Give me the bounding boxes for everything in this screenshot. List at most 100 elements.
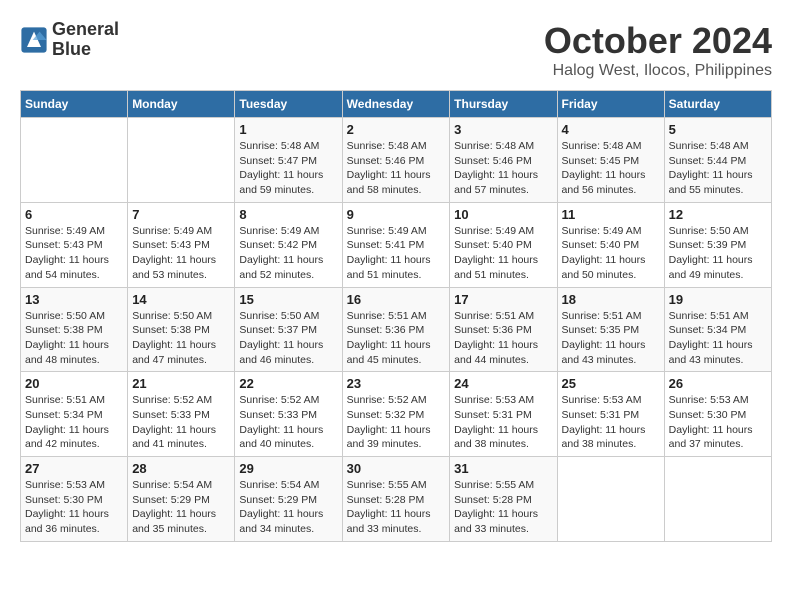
day-number: 26 <box>669 376 767 391</box>
table-row: 13 Sunrise: 5:50 AMSunset: 5:38 PMDaylig… <box>21 287 128 372</box>
table-row: 2 Sunrise: 5:48 AMSunset: 5:46 PMDayligh… <box>342 118 450 203</box>
table-row <box>21 118 128 203</box>
day-number: 10 <box>454 207 552 222</box>
day-info: Sunrise: 5:51 AMSunset: 5:36 PMDaylight:… <box>347 309 446 368</box>
day-number: 1 <box>239 122 337 137</box>
table-row: 18 Sunrise: 5:51 AMSunset: 5:35 PMDaylig… <box>557 287 664 372</box>
table-row: 31 Sunrise: 5:55 AMSunset: 5:28 PMDaylig… <box>450 457 557 542</box>
day-info: Sunrise: 5:49 AMSunset: 5:42 PMDaylight:… <box>239 224 337 283</box>
page-header: General Blue October 2024 Halog West, Il… <box>20 20 772 80</box>
calendar-week-row: 27 Sunrise: 5:53 AMSunset: 5:30 PMDaylig… <box>21 457 772 542</box>
day-info: Sunrise: 5:51 AMSunset: 5:34 PMDaylight:… <box>669 309 767 368</box>
day-info: Sunrise: 5:53 AMSunset: 5:30 PMDaylight:… <box>25 478 123 537</box>
table-row <box>557 457 664 542</box>
day-number: 2 <box>347 122 446 137</box>
day-number: 13 <box>25 292 123 307</box>
day-number: 23 <box>347 376 446 391</box>
day-info: Sunrise: 5:52 AMSunset: 5:32 PMDaylight:… <box>347 393 446 452</box>
table-row: 17 Sunrise: 5:51 AMSunset: 5:36 PMDaylig… <box>450 287 557 372</box>
day-number: 25 <box>562 376 660 391</box>
table-row: 4 Sunrise: 5:48 AMSunset: 5:45 PMDayligh… <box>557 118 664 203</box>
table-row: 19 Sunrise: 5:51 AMSunset: 5:34 PMDaylig… <box>664 287 771 372</box>
table-row: 11 Sunrise: 5:49 AMSunset: 5:40 PMDaylig… <box>557 202 664 287</box>
table-row: 9 Sunrise: 5:49 AMSunset: 5:41 PMDayligh… <box>342 202 450 287</box>
day-number: 24 <box>454 376 552 391</box>
table-row: 24 Sunrise: 5:53 AMSunset: 5:31 PMDaylig… <box>450 372 557 457</box>
table-row: 30 Sunrise: 5:55 AMSunset: 5:28 PMDaylig… <box>342 457 450 542</box>
day-number: 14 <box>132 292 230 307</box>
day-number: 30 <box>347 461 446 476</box>
day-info: Sunrise: 5:50 AMSunset: 5:37 PMDaylight:… <box>239 309 337 368</box>
table-row: 20 Sunrise: 5:51 AMSunset: 5:34 PMDaylig… <box>21 372 128 457</box>
table-row: 14 Sunrise: 5:50 AMSunset: 5:38 PMDaylig… <box>128 287 235 372</box>
day-info: Sunrise: 5:50 AMSunset: 5:39 PMDaylight:… <box>669 224 767 283</box>
day-info: Sunrise: 5:54 AMSunset: 5:29 PMDaylight:… <box>239 478 337 537</box>
logo-text: General Blue <box>52 20 119 60</box>
day-number: 8 <box>239 207 337 222</box>
day-number: 9 <box>347 207 446 222</box>
calendar-week-row: 6 Sunrise: 5:49 AMSunset: 5:43 PMDayligh… <box>21 202 772 287</box>
day-number: 31 <box>454 461 552 476</box>
table-row: 28 Sunrise: 5:54 AMSunset: 5:29 PMDaylig… <box>128 457 235 542</box>
table-row: 3 Sunrise: 5:48 AMSunset: 5:46 PMDayligh… <box>450 118 557 203</box>
day-number: 5 <box>669 122 767 137</box>
table-row: 6 Sunrise: 5:49 AMSunset: 5:43 PMDayligh… <box>21 202 128 287</box>
col-monday: Monday <box>128 91 235 118</box>
day-number: 12 <box>669 207 767 222</box>
table-row: 8 Sunrise: 5:49 AMSunset: 5:42 PMDayligh… <box>235 202 342 287</box>
day-info: Sunrise: 5:54 AMSunset: 5:29 PMDaylight:… <box>132 478 230 537</box>
day-number: 3 <box>454 122 552 137</box>
day-info: Sunrise: 5:48 AMSunset: 5:44 PMDaylight:… <box>669 139 767 198</box>
day-info: Sunrise: 5:48 AMSunset: 5:45 PMDaylight:… <box>562 139 660 198</box>
table-row: 10 Sunrise: 5:49 AMSunset: 5:40 PMDaylig… <box>450 202 557 287</box>
table-row: 1 Sunrise: 5:48 AMSunset: 5:47 PMDayligh… <box>235 118 342 203</box>
title-area: October 2024 Halog West, Ilocos, Philipp… <box>544 20 772 80</box>
table-row <box>664 457 771 542</box>
day-info: Sunrise: 5:48 AMSunset: 5:47 PMDaylight:… <box>239 139 337 198</box>
day-number: 29 <box>239 461 337 476</box>
table-row: 22 Sunrise: 5:52 AMSunset: 5:33 PMDaylig… <box>235 372 342 457</box>
table-row: 26 Sunrise: 5:53 AMSunset: 5:30 PMDaylig… <box>664 372 771 457</box>
day-number: 22 <box>239 376 337 391</box>
table-row: 5 Sunrise: 5:48 AMSunset: 5:44 PMDayligh… <box>664 118 771 203</box>
day-info: Sunrise: 5:49 AMSunset: 5:43 PMDaylight:… <box>25 224 123 283</box>
day-number: 20 <box>25 376 123 391</box>
day-info: Sunrise: 5:52 AMSunset: 5:33 PMDaylight:… <box>239 393 337 452</box>
day-info: Sunrise: 5:49 AMSunset: 5:40 PMDaylight:… <box>562 224 660 283</box>
table-row: 15 Sunrise: 5:50 AMSunset: 5:37 PMDaylig… <box>235 287 342 372</box>
day-number: 27 <box>25 461 123 476</box>
table-row: 12 Sunrise: 5:50 AMSunset: 5:39 PMDaylig… <box>664 202 771 287</box>
day-info: Sunrise: 5:50 AMSunset: 5:38 PMDaylight:… <box>132 309 230 368</box>
day-number: 11 <box>562 207 660 222</box>
table-row: 23 Sunrise: 5:52 AMSunset: 5:32 PMDaylig… <box>342 372 450 457</box>
table-row: 27 Sunrise: 5:53 AMSunset: 5:30 PMDaylig… <box>21 457 128 542</box>
day-number: 19 <box>669 292 767 307</box>
col-sunday: Sunday <box>21 91 128 118</box>
day-info: Sunrise: 5:53 AMSunset: 5:31 PMDaylight:… <box>454 393 552 452</box>
calendar-header-row: Sunday Monday Tuesday Wednesday Thursday… <box>21 91 772 118</box>
day-info: Sunrise: 5:48 AMSunset: 5:46 PMDaylight:… <box>454 139 552 198</box>
day-number: 4 <box>562 122 660 137</box>
day-info: Sunrise: 5:49 AMSunset: 5:40 PMDaylight:… <box>454 224 552 283</box>
table-row: 25 Sunrise: 5:53 AMSunset: 5:31 PMDaylig… <box>557 372 664 457</box>
col-tuesday: Tuesday <box>235 91 342 118</box>
day-info: Sunrise: 5:49 AMSunset: 5:41 PMDaylight:… <box>347 224 446 283</box>
day-info: Sunrise: 5:53 AMSunset: 5:31 PMDaylight:… <box>562 393 660 452</box>
day-info: Sunrise: 5:55 AMSunset: 5:28 PMDaylight:… <box>454 478 552 537</box>
calendar-week-row: 13 Sunrise: 5:50 AMSunset: 5:38 PMDaylig… <box>21 287 772 372</box>
col-wednesday: Wednesday <box>342 91 450 118</box>
day-number: 15 <box>239 292 337 307</box>
col-saturday: Saturday <box>664 91 771 118</box>
logo-icon <box>20 26 48 54</box>
calendar-week-row: 20 Sunrise: 5:51 AMSunset: 5:34 PMDaylig… <box>21 372 772 457</box>
day-number: 6 <box>25 207 123 222</box>
day-number: 18 <box>562 292 660 307</box>
month-title: October 2024 <box>544 20 772 62</box>
table-row: 7 Sunrise: 5:49 AMSunset: 5:43 PMDayligh… <box>128 202 235 287</box>
day-number: 7 <box>132 207 230 222</box>
day-info: Sunrise: 5:53 AMSunset: 5:30 PMDaylight:… <box>669 393 767 452</box>
day-info: Sunrise: 5:48 AMSunset: 5:46 PMDaylight:… <box>347 139 446 198</box>
day-info: Sunrise: 5:51 AMSunset: 5:35 PMDaylight:… <box>562 309 660 368</box>
calendar-week-row: 1 Sunrise: 5:48 AMSunset: 5:47 PMDayligh… <box>21 118 772 203</box>
day-info: Sunrise: 5:49 AMSunset: 5:43 PMDaylight:… <box>132 224 230 283</box>
